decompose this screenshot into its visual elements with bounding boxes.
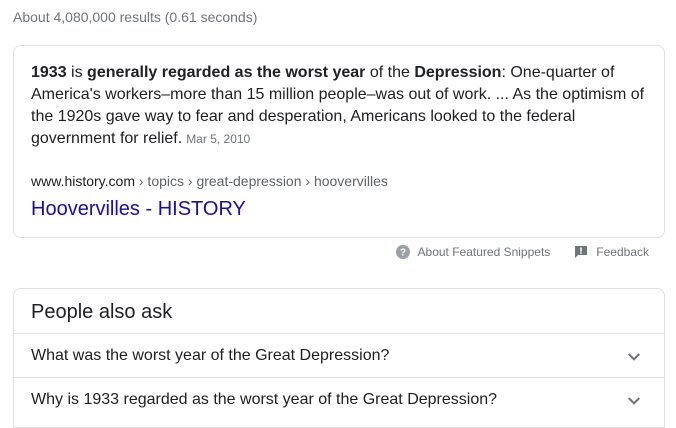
- svg-text:?: ?: [399, 248, 405, 259]
- feedback-icon: [574, 245, 588, 259]
- source-domain: www.history.com: [31, 173, 135, 189]
- paa-question-item[interactable]: Why is 1933 regarded as the worst year o…: [14, 377, 664, 421]
- snippet-depression: Depression: [414, 64, 502, 81]
- source-cite: www.history.com › topics › great-depress…: [31, 172, 388, 190]
- snippet-year: 1933: [31, 64, 67, 81]
- snippet-footer: ? About Featured Snippets Feedback: [395, 243, 649, 261]
- snippet-text: 1933 is generally regarded as the worst …: [31, 62, 645, 150]
- results-stats: About 4,080,000 results (0.61 seconds): [13, 9, 258, 25]
- feedback-link[interactable]: Feedback: [574, 245, 649, 259]
- snippet-bold-phrase: generally regarded as the worst year: [87, 64, 366, 81]
- help-circle-icon: ?: [395, 245, 410, 259]
- paa-question-text: What was the worst year of the Great Dep…: [31, 346, 390, 364]
- about-featured-snippets-link[interactable]: ? About Featured Snippets: [395, 245, 551, 259]
- feedback-label: Feedback: [596, 245, 649, 259]
- paa-question-item[interactable]: What was the worst year of the Great Dep…: [14, 333, 664, 377]
- featured-snippet-card: 1933 is generally regarded as the worst …: [13, 45, 665, 238]
- about-featured-snippets-label: About Featured Snippets: [417, 245, 551, 259]
- paa-question-text: Why is 1933 regarded as the worst year o…: [31, 390, 498, 408]
- chevron-down-icon: [622, 344, 646, 368]
- source-breadcrumb: › topics › great-depression › hoovervill…: [134, 173, 388, 189]
- snippet-text-part: is: [66, 64, 88, 81]
- snippet-text-part: of the: [365, 64, 415, 81]
- people-also-ask-card: People also ask What was the worst year …: [13, 288, 665, 428]
- chevron-down-icon: [622, 388, 646, 412]
- snippet-date: Mar 5, 2010: [186, 132, 251, 146]
- result-title-link[interactable]: Hoovervilles - HISTORY: [31, 196, 246, 222]
- people-also-ask-heading: People also ask: [31, 301, 173, 323]
